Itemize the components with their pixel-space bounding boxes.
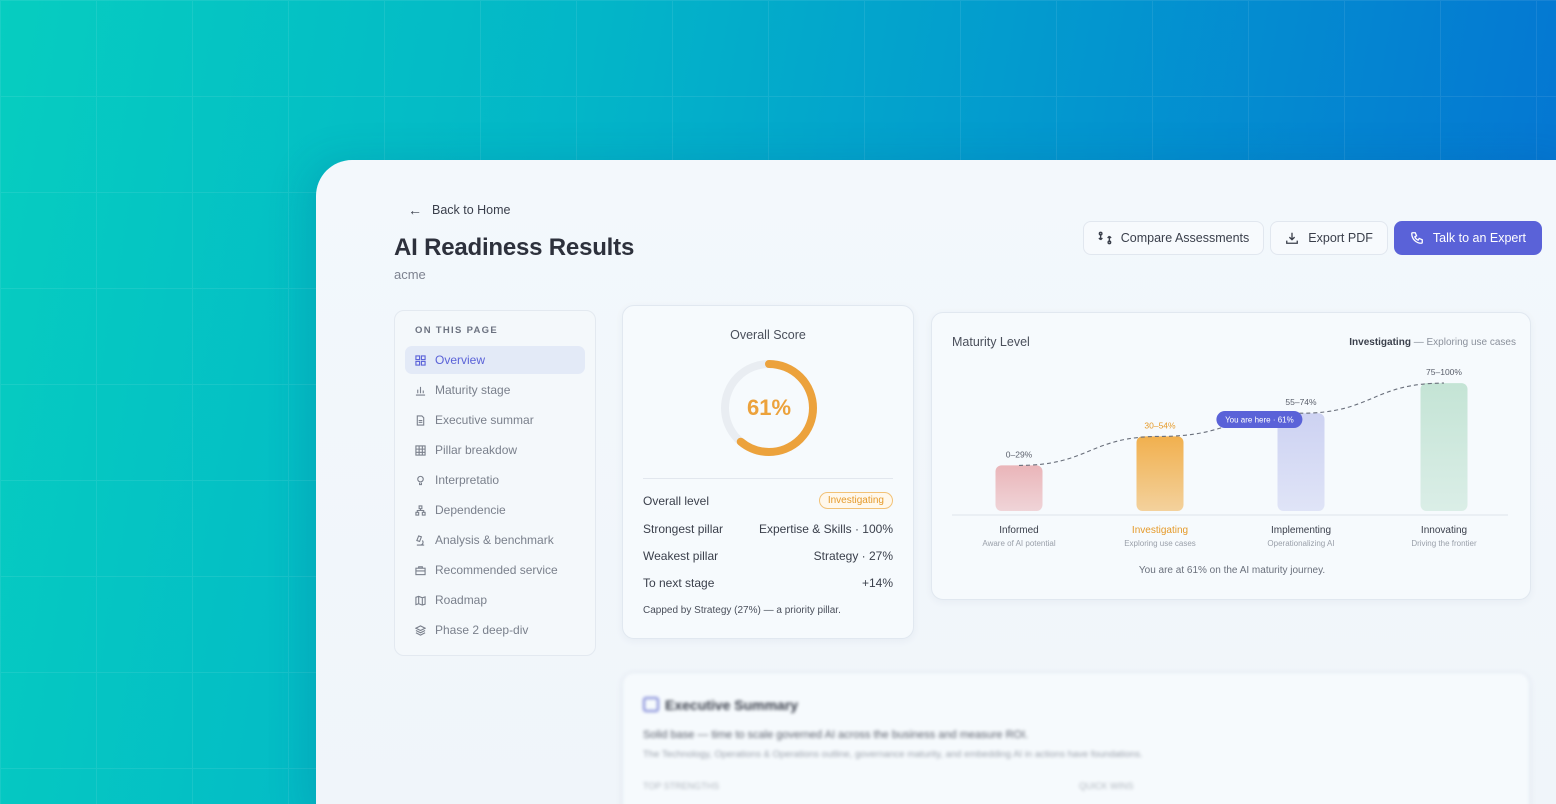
- toc-item-roadmap[interactable]: Roadmap: [405, 586, 585, 614]
- score-row-weakest-pillar: Weakest pillar Strategy · 27%: [643, 549, 893, 563]
- grid-icon: [415, 354, 426, 366]
- map-icon: [415, 595, 426, 606]
- toc-label: Interpretatio: [435, 473, 500, 487]
- category-label: Informed: [999, 525, 1038, 536]
- results-panel: ← Back to Home AI Readiness Results acme…: [316, 160, 1556, 804]
- maturity-level-card: Maturity Level Investigating — Exploring…: [931, 312, 1531, 600]
- executive-summary-body: The Technology, Operations & Operations …: [643, 749, 1143, 760]
- toc-heading: ON THIS PAGE: [415, 325, 498, 336]
- table-icon: [415, 444, 426, 456]
- row-label: Weakest pillar: [643, 549, 719, 563]
- expert-label: Talk to an Expert: [1432, 231, 1526, 245]
- toc-label: Maturity stage: [435, 383, 511, 397]
- score-row-overall-level: Overall level Investigating: [643, 492, 893, 509]
- overall-score-value: 61%: [746, 395, 792, 420]
- level-badge: Investigating: [818, 492, 893, 509]
- score-note: Capped by Strategy (27%) — a priority pi…: [643, 605, 841, 616]
- range-label: 55–74%: [1285, 397, 1317, 407]
- category-label: Implementing: [1271, 525, 1331, 536]
- toc-label: Pillar breakdow: [435, 443, 518, 457]
- row-label: To next stage: [643, 576, 715, 590]
- row-value: +14%: [861, 576, 893, 590]
- page-title: AI Readiness Results: [394, 234, 635, 261]
- you-are-here-label: You are here · 61%: [1225, 416, 1294, 425]
- executive-summary-card: Executive Summary Solid base — time to s…: [622, 672, 1530, 804]
- toc-item-phase-2[interactable]: Phase 2 deep-div: [405, 616, 585, 644]
- toc-item-overview[interactable]: Overview: [405, 346, 585, 374]
- bar-informed: [995, 465, 1043, 511]
- compare-icon: [1098, 231, 1112, 245]
- download-icon: [1286, 232, 1299, 244]
- toc-label: Dependencie: [435, 503, 506, 517]
- table-of-contents: ON THIS PAGE Overview Maturity stage Exe…: [394, 310, 596, 656]
- export-label: Export PDF: [1308, 231, 1373, 245]
- overall-score-label: Overall Score: [730, 328, 806, 342]
- bar-investigating: [1136, 436, 1184, 511]
- arrow-left-icon: ←: [408, 202, 422, 218]
- toc-label: Roadmap: [435, 593, 488, 607]
- compare-label: Compare Assessments: [1120, 231, 1250, 245]
- toc-item-maturity-stage[interactable]: Maturity stage: [405, 376, 585, 404]
- toc-item-analysis[interactable]: Analysis & benchmark: [405, 526, 585, 554]
- maturity-chart: 0–29% Informed Aware of AI potential 30–54%…: [952, 367, 1508, 576]
- toc-label: Executive summar: [435, 413, 534, 427]
- bar-innovating: [1420, 383, 1468, 511]
- back-to-home-link[interactable]: ← Back to Home: [408, 202, 511, 218]
- category-subtitle: Aware of AI potential: [982, 539, 1055, 548]
- category-label: Investigating: [1132, 525, 1188, 536]
- category-label: Innovating: [1421, 525, 1467, 536]
- toc-item-dependencies[interactable]: Dependencie: [405, 496, 585, 524]
- range-label: 75–100%: [1426, 367, 1462, 377]
- organization-name: acme: [394, 267, 426, 282]
- toc-item-recommended-services[interactable]: Recommended service: [405, 556, 585, 584]
- briefcase-icon: [415, 565, 426, 575]
- toc-label: Overview: [435, 353, 486, 367]
- layers-icon: [415, 624, 426, 636]
- divider: [643, 478, 893, 479]
- executive-summary-title: Executive Summary: [665, 697, 799, 713]
- toc-label: Recommended service: [435, 563, 558, 577]
- toc-item-interpretation[interactable]: Interpretatio: [405, 466, 585, 494]
- building-icon: [643, 697, 659, 712]
- row-value: Expertise & Skills · 100%: [758, 522, 893, 536]
- executive-summary-headline: Solid base — time to scale governed AI a…: [643, 729, 1029, 741]
- range-label: 30–54%: [1144, 420, 1176, 430]
- score-row-next-stage: To next stage +14%: [643, 576, 893, 590]
- top-strengths-label: TOP STRENGTHS: [643, 781, 720, 791]
- toc-item-pillar-breakdown[interactable]: Pillar breakdow: [405, 436, 585, 464]
- microscope-icon: [416, 534, 425, 546]
- toc-item-executive-summary[interactable]: Executive summar: [405, 406, 585, 434]
- score-row-strongest-pillar: Strongest pillar Expertise & Skills · 10…: [643, 522, 893, 536]
- bar-chart-icon: [415, 386, 426, 396]
- lightbulb-icon: [417, 475, 424, 485]
- talk-to-expert-button[interactable]: Talk to an Expert: [1393, 221, 1542, 255]
- phone-icon: [1410, 232, 1423, 244]
- action-bar: Compare Assessments Export PDF Talk to a…: [1082, 221, 1542, 255]
- row-label: Strongest pillar: [643, 522, 724, 536]
- row-label: Overall level: [643, 493, 710, 508]
- overall-score-card: Overall Score 61% Overall level Investig…: [622, 305, 914, 639]
- hierarchy-icon: [415, 504, 426, 516]
- document-icon: [416, 414, 425, 426]
- category-subtitle: Driving the frontier: [1411, 539, 1477, 548]
- row-value: Strategy · 27%: [813, 549, 893, 563]
- toc-label: Analysis & benchmark: [435, 533, 554, 547]
- toc-label: Phase 2 deep-div: [435, 623, 529, 637]
- export-pdf-button[interactable]: Export PDF: [1270, 221, 1388, 255]
- back-label: Back to Home: [432, 203, 511, 217]
- category-subtitle: Operationalizing AI: [1267, 539, 1334, 548]
- quick-wins-label: QUICK WINS: [1079, 781, 1134, 791]
- compare-assessments-button[interactable]: Compare Assessments: [1082, 221, 1265, 255]
- category-subtitle: Exploring use cases: [1124, 539, 1196, 548]
- range-label: 0–29%: [1006, 449, 1033, 459]
- maturity-footer: You are at 61% on the AI maturity journe…: [1139, 565, 1325, 576]
